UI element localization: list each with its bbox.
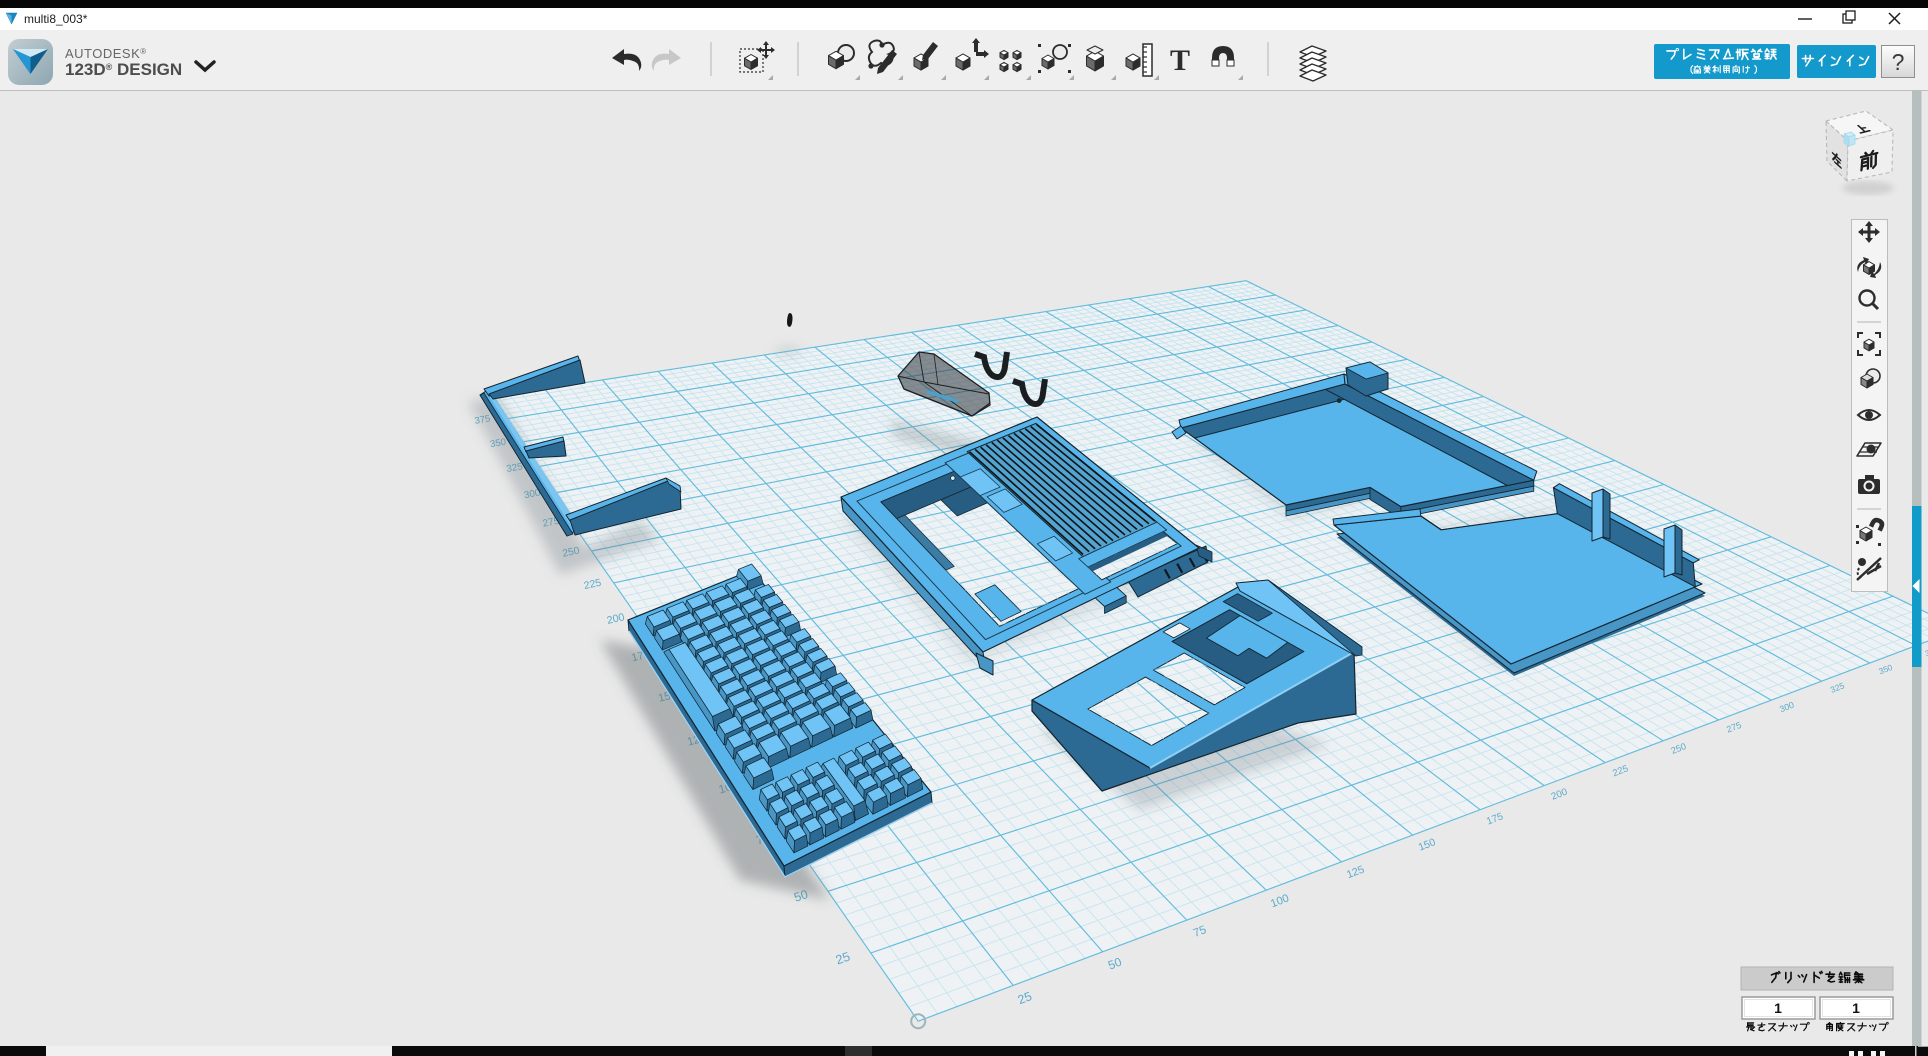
svg-text:123D® DESIGN: 123D® DESIGN xyxy=(65,60,182,79)
svg-text:T: T xyxy=(1170,44,1190,77)
svg-text:?: ? xyxy=(1892,49,1905,75)
svg-text:1: 1 xyxy=(1774,1000,1782,1016)
svg-text:AUTODESK®: AUTODESK® xyxy=(65,46,147,61)
svg-text:1: 1 xyxy=(1852,1000,1860,1016)
svg-text:multi8_003*: multi8_003* xyxy=(24,12,88,26)
